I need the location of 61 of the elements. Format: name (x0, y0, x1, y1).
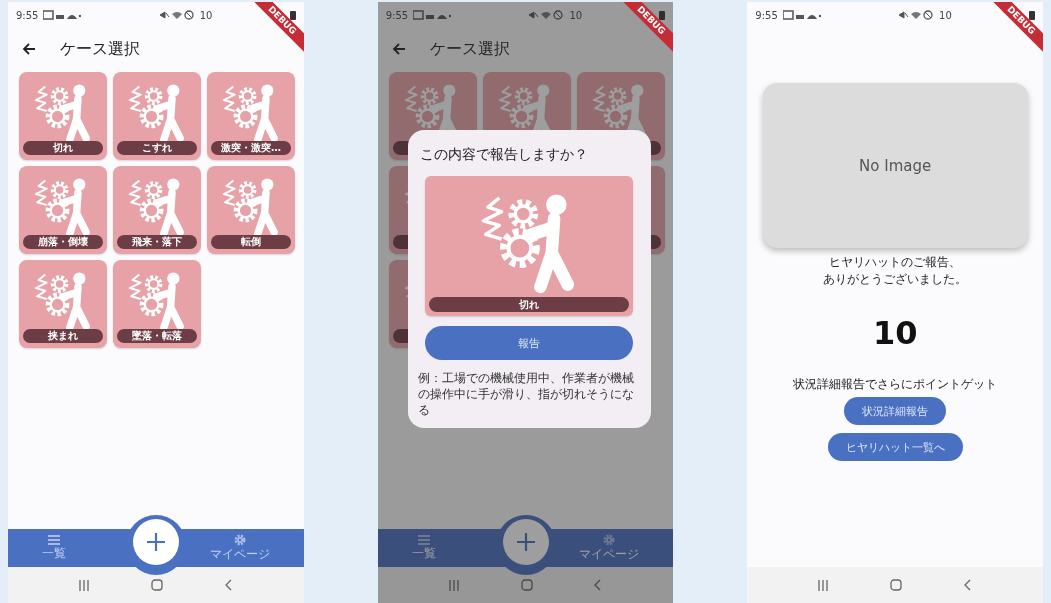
case-label: 切れ (23, 141, 103, 155)
case-tile[interactable]: 激突・激突… (207, 72, 295, 160)
case-label: 挟まれ (23, 329, 103, 343)
status-icons-drawing (898, 10, 935, 20)
points-value: 10 (872, 314, 918, 352)
status-time: 9:55 (755, 9, 778, 21)
case-label: 激突・激突… (211, 141, 291, 155)
list-icon (417, 534, 430, 545)
back-arrow-icon[interactable] (22, 43, 36, 55)
battery-icon (289, 10, 296, 20)
battery-level: 10 (569, 9, 583, 21)
recent-apps-icon[interactable] (818, 579, 829, 591)
back-arrow-icon[interactable] (391, 43, 406, 55)
settings-icon (233, 533, 246, 546)
case-tile[interactable]: 転倒 (207, 166, 295, 254)
report-button[interactable]: 報告 (425, 326, 634, 360)
plus-icon (145, 532, 166, 552)
back-icon[interactable] (224, 579, 233, 591)
case-tile[interactable]: 墜落・転落 (113, 260, 201, 348)
placeholder-text: No Image (859, 156, 932, 175)
home-icon[interactable] (150, 579, 163, 591)
case-tile[interactable]: 切れ (425, 176, 634, 316)
case-tile[interactable]: 飛来・落下 (113, 166, 201, 254)
status-icons-drawing (782, 10, 821, 20)
battery-icon (659, 10, 666, 20)
back-icon[interactable] (594, 579, 603, 591)
status-time: 9:55 (16, 9, 39, 21)
back-icon[interactable] (964, 579, 973, 591)
case-label: こすれ (117, 141, 197, 155)
settings-icon (603, 533, 616, 546)
recent-apps-icon[interactable] (78, 579, 89, 591)
list-icon (48, 534, 60, 545)
home-icon[interactable] (890, 579, 903, 591)
case-label: 崩落・倒壊 (23, 235, 103, 249)
thanks-text: ヒヤリハットのご報告、 (828, 254, 963, 271)
case-tile[interactable]: 切れ (19, 72, 107, 160)
plus-icon (515, 532, 536, 552)
screen-title: ケース選択 (429, 38, 510, 60)
thanks-text: ありがとうございました。 (823, 271, 968, 288)
case-label: 墜落・転落 (117, 329, 197, 343)
case-tile[interactable]: こすれ (113, 72, 201, 160)
case-tile[interactable]: 挟まれ (19, 260, 107, 348)
status-icons-drawing (43, 10, 82, 20)
status-icons-drawing (413, 10, 452, 20)
example-text: 例：工場での機械使用中、作業者が機械の操作中に手が滑り、指が切れそうになる (417, 370, 635, 418)
case-tile[interactable]: 崩落・倒壊 (19, 166, 107, 254)
prompt-text: 状況詳細報告でさらにポイントゲット (793, 376, 998, 393)
case-label: 転倒 (211, 235, 291, 249)
battery-level: 10 (939, 9, 952, 21)
case-label: 飛来・落下 (117, 235, 197, 249)
dialog-title: この内容で報告しますか？ (418, 146, 588, 164)
battery-icon (1029, 10, 1035, 20)
status-icons-drawing (158, 10, 195, 20)
detail-report-button[interactable]: 状況詳細報告 (844, 397, 947, 425)
status-icons-drawing (528, 10, 565, 20)
list-button[interactable]: ヒヤリハット一覧へ (827, 433, 963, 461)
home-icon[interactable] (520, 579, 533, 591)
case-label: 切れ (429, 297, 630, 312)
status-time: 9:55 (385, 9, 409, 21)
screen-title: ケース選択 (60, 38, 140, 60)
battery-level: 10 (199, 9, 213, 21)
